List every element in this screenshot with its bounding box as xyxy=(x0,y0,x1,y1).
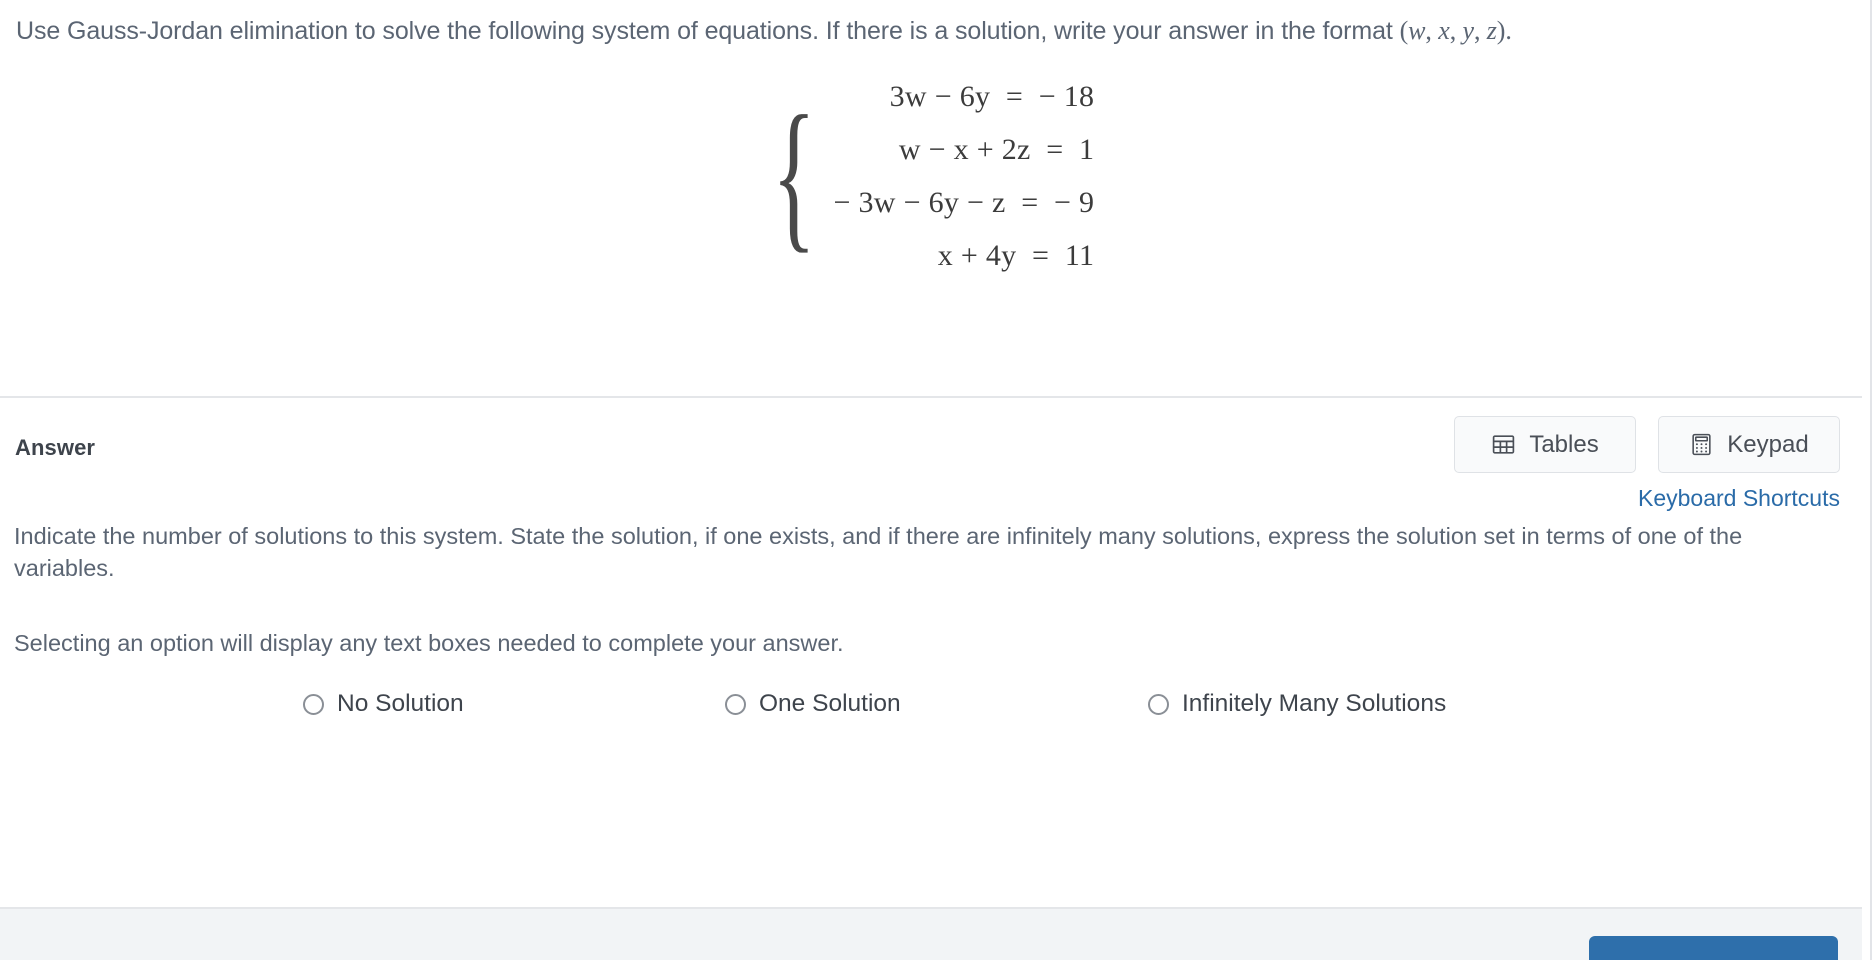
format-var-x: x xyxy=(1438,16,1450,45)
answer-instruction-line-1: Indicate the number of solutions to this… xyxy=(14,523,1390,549)
radio-infinitely-many-solutions[interactable] xyxy=(1148,693,1169,715)
answer-instruction-primary: Indicate the number of solutions to this… xyxy=(14,520,1848,584)
option-label: One Solution xyxy=(759,690,901,717)
format-sep-2: , xyxy=(1449,16,1463,45)
option-one-solution[interactable]: One Solution xyxy=(725,690,901,718)
system-of-equations: { 3w − 6y = − 18 w − x + 2z = 1 − 3w − 6… xyxy=(0,70,1862,282)
solution-options-group: No Solution One Solution Infinitely Many… xyxy=(0,690,1862,740)
equation-row: x + 4y = 11 xyxy=(937,239,1095,272)
option-infinitely-many-solutions[interactable]: Infinitely Many Solutions xyxy=(1148,690,1446,718)
answer-tool-buttons: Tables Keypad xyxy=(1454,416,1840,473)
format-sep-3: , xyxy=(1473,16,1487,45)
left-brace: { xyxy=(771,83,816,268)
option-label: Infinitely Many Solutions xyxy=(1182,690,1447,717)
answer-section: Answer Tables Keypad Keyboard Shortcuts … xyxy=(0,398,1862,907)
format-sep-1: , xyxy=(1425,16,1439,45)
format-paren-open: ( xyxy=(1399,16,1409,45)
tables-button-label: Tables xyxy=(1529,430,1599,458)
option-label: No Solution xyxy=(337,690,464,717)
answer-heading: Answer xyxy=(15,435,96,460)
submit-button[interactable] xyxy=(1589,936,1838,960)
table-grid-icon xyxy=(1491,432,1516,457)
question-prompt-text: Use Gauss-Jordan elimination to solve th… xyxy=(16,17,1400,45)
system-group: { 3w − 6y = − 18 w − x + 2z = 1 − 3w − 6… xyxy=(768,70,1095,282)
calculator-icon xyxy=(1689,432,1714,457)
format-paren-close: ). xyxy=(1496,16,1512,45)
radio-no-solution[interactable] xyxy=(303,693,324,715)
radio-one-solution[interactable] xyxy=(725,693,746,715)
equation-row: w − x + 2z = 1 xyxy=(898,133,1095,166)
keyboard-shortcuts-link[interactable]: Keyboard Shortcuts xyxy=(1638,485,1840,512)
format-var-z: z xyxy=(1486,16,1497,45)
keypad-button-label: Keypad xyxy=(1727,430,1809,458)
format-var-w: w xyxy=(1408,16,1426,45)
format-var-y: y xyxy=(1462,16,1475,45)
answer-instruction-secondary: Selecting an option will display any tex… xyxy=(14,630,844,656)
question-section: Use Gauss-Jordan elimination to solve th… xyxy=(0,0,1862,397)
equation-row: 3w − 6y = − 18 xyxy=(889,80,1095,113)
equation-row: − 3w − 6y − z = − 9 xyxy=(833,186,1095,219)
tables-button[interactable]: Tables xyxy=(1454,416,1636,473)
option-no-solution[interactable]: No Solution xyxy=(303,690,464,718)
keypad-button[interactable]: Keypad xyxy=(1658,416,1840,473)
question-page: Use Gauss-Jordan elimination to solve th… xyxy=(0,0,1872,960)
question-prompt: Use Gauss-Jordan elimination to solve th… xyxy=(16,14,1850,48)
footer-bar xyxy=(0,909,1862,960)
equation-list: 3w − 6y = − 18 w − x + 2z = 1 − 3w − 6y … xyxy=(833,70,1094,282)
